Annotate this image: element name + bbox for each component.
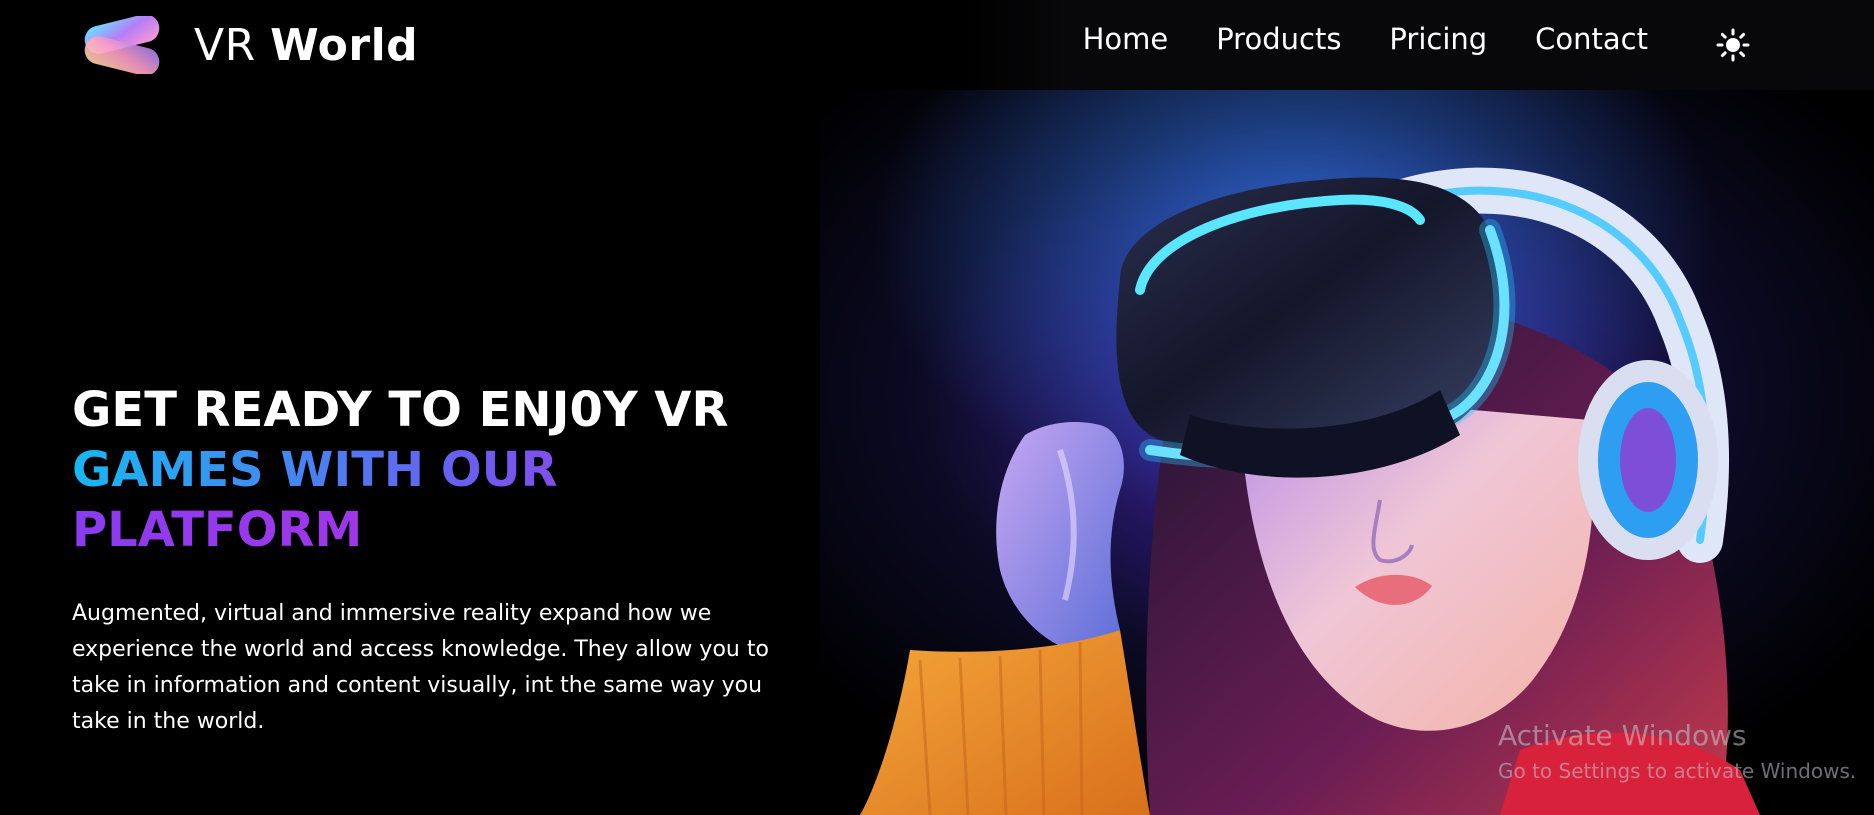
- infinity-blob-logo-icon: [84, 16, 160, 74]
- brand-name-bold: World: [270, 19, 419, 71]
- landing-page: VR World Home Products Pricing Contact G…: [0, 0, 1874, 815]
- nav-links: Home Products Pricing Contact: [1083, 22, 1648, 56]
- hero-section: GET READY TO ENJ0Y VR GAMES WITH OUR PLA…: [72, 380, 812, 740]
- hero-title: GET READY TO ENJ0Y VR GAMES WITH OUR PLA…: [72, 380, 812, 560]
- nav-link-products[interactable]: Products: [1216, 22, 1341, 56]
- watermark-title: Activate Windows: [1498, 719, 1747, 752]
- hero-vr-illustration: [820, 90, 1874, 815]
- windows-activation-watermark: Activate Windows Go to Settings to activ…: [1498, 718, 1856, 786]
- theme-toggle-button[interactable]: [1716, 28, 1750, 62]
- watermark-subtitle: Go to Settings to activate Windows.: [1498, 759, 1857, 783]
- hero-description: Augmented, virtual and immersive reality…: [72, 601, 769, 734]
- brand-name-light: VR: [194, 19, 256, 71]
- navbar: VR World Home Products Pricing Contact: [0, 0, 1874, 90]
- nav-link-contact[interactable]: Contact: [1535, 22, 1648, 56]
- nav-link-pricing[interactable]: Pricing: [1389, 22, 1487, 56]
- brand-logo-link[interactable]: VR World: [80, 12, 418, 78]
- vr-headset-user-image: [820, 90, 1874, 815]
- nav-link-home[interactable]: Home: [1083, 22, 1169, 56]
- hero-title-line-3: PLATFORM: [72, 500, 812, 560]
- brand-name: VR World: [194, 20, 418, 71]
- hero-title-line-2: GAMES WITH OUR: [72, 440, 812, 500]
- sun-icon: [1716, 28, 1750, 62]
- hero-title-line-1: GET READY TO ENJ0Y VR: [72, 382, 729, 438]
